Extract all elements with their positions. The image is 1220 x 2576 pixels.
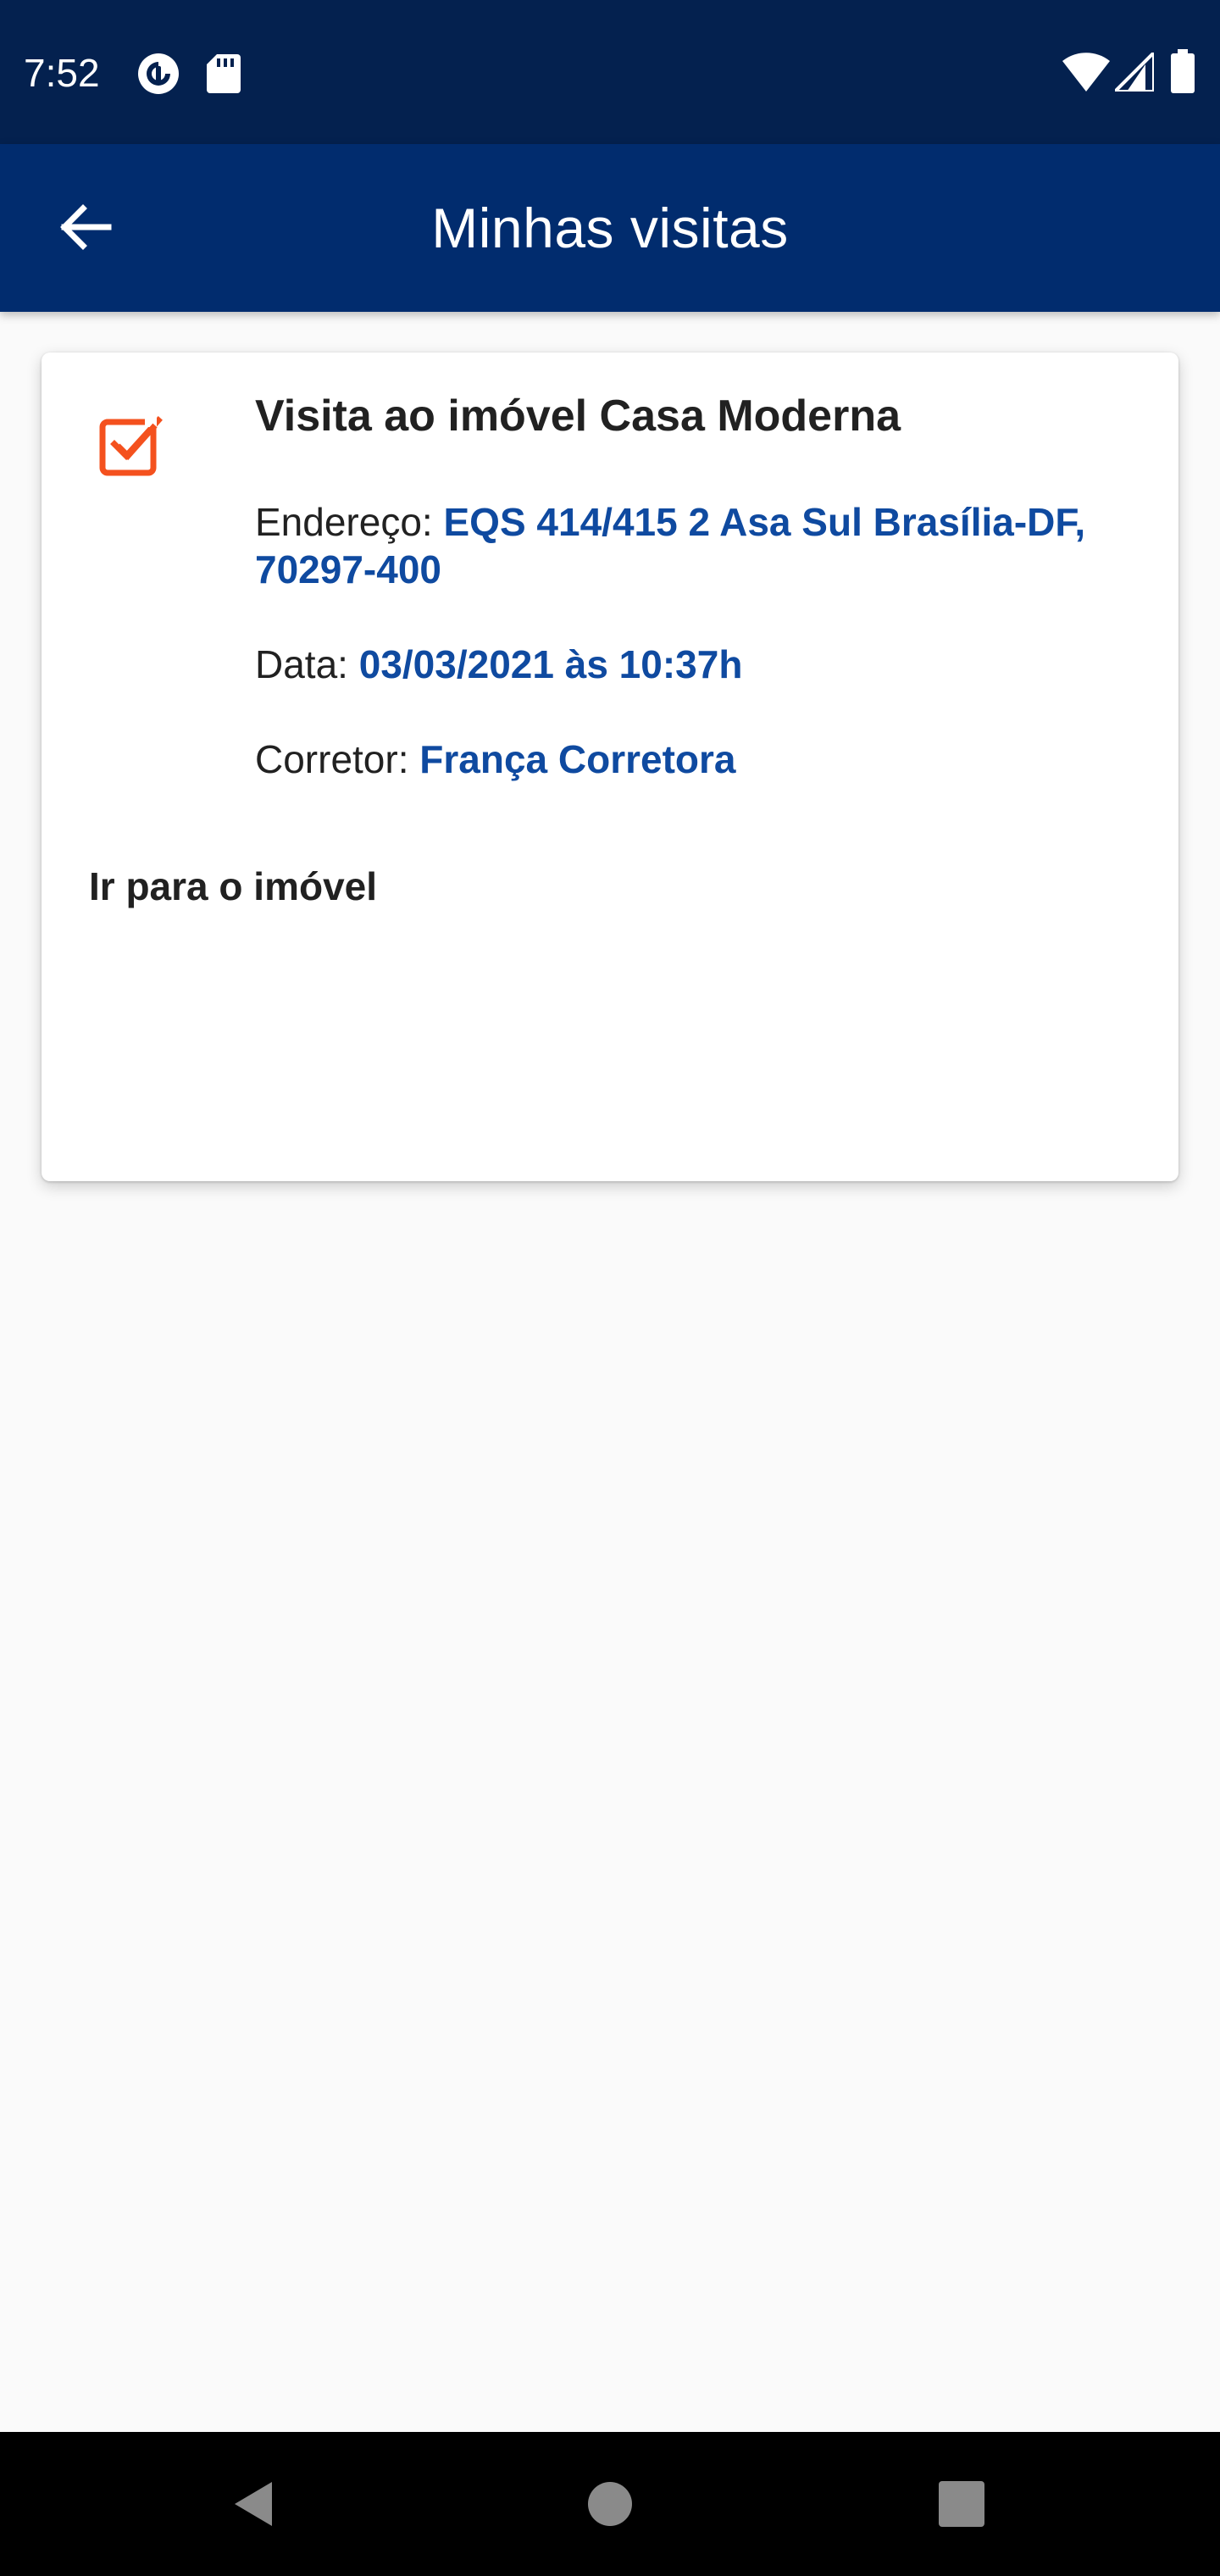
wifi-icon (1062, 53, 1110, 92)
visit-broker: Corretor: França Corretora (255, 736, 1145, 783)
nav-recents-button[interactable] (923, 2466, 1000, 2542)
pocket-casts-icon (138, 53, 179, 94)
navigation-bar (0, 2432, 1220, 2576)
nav-home-button[interactable] (572, 2466, 648, 2542)
battery-icon (1171, 49, 1195, 93)
address-label: Endereço: (255, 500, 444, 544)
home-circle-icon (588, 2482, 632, 2526)
page-title: Minhas visitas (431, 197, 789, 259)
app-bar: Minhas visitas (0, 144, 1220, 312)
arrow-back-icon (60, 204, 112, 250)
visit-title: Visita ao imóvel Casa Moderna (255, 391, 901, 441)
status-bar: 7:52 (0, 0, 1220, 144)
checkbox-checked-icon (99, 415, 163, 476)
visit-card: Visita ao imóvel Casa Moderna Endereço: … (42, 353, 1178, 1181)
date-label: Data: (255, 642, 359, 686)
recents-square-icon (939, 2481, 984, 2527)
nav-back-button[interactable] (217, 2466, 293, 2542)
broker-value: França Corretora (419, 737, 736, 781)
back-button[interactable] (44, 186, 125, 268)
sd-card-icon (207, 54, 241, 93)
back-triangle-icon (235, 2482, 272, 2526)
date-value: 03/03/2021 às 10:37h (358, 642, 743, 686)
signal-icon (1115, 53, 1154, 92)
broker-label: Corretor: (255, 737, 420, 781)
visit-address: Endereço: EQS 414/415 2 Asa Sul Brasília… (255, 498, 1145, 593)
go-to-property-link[interactable]: Ir para o imóvel (89, 861, 377, 912)
status-time: 7:52 (24, 51, 100, 95)
visit-date: Data: 03/03/2021 às 10:37h (255, 641, 1145, 688)
